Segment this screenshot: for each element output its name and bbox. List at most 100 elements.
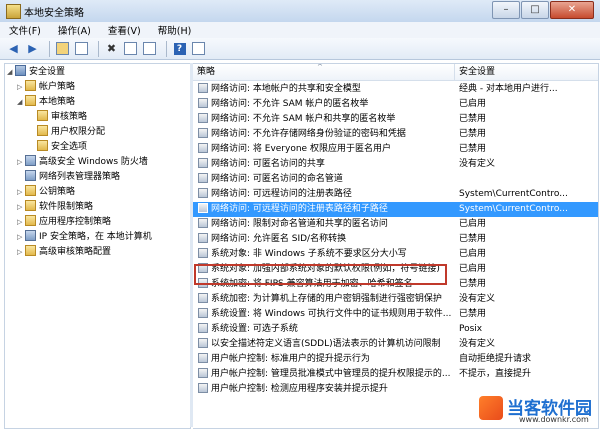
up-folder-icon[interactable] <box>55 41 70 56</box>
policy-name: 网络访问: 本地帐户的共享和安全模型 <box>198 82 452 97</box>
expand-icon[interactable]: ▷ <box>17 185 25 200</box>
policy-setting: 已启用 <box>459 99 487 109</box>
tree-item-application-control[interactable]: ▷ 应用程序控制策略 <box>17 215 111 230</box>
table-row[interactable]: 网络访问: 将 Everyone 权限应用于匿名用户 已禁用 <box>193 142 598 157</box>
table-row-selected[interactable]: 网络访问: 可远程访问的注册表路径和子路径 System\CurrentContr… <box>193 202 598 217</box>
table-row[interactable]: 系统设置: 可选子系统 Posix <box>193 322 598 337</box>
table-row[interactable]: 系统加密: 为计算机上存储的用户密钥强制进行强密钥保护 没有定义 <box>193 292 598 307</box>
table-row[interactable]: 网络访问: 允许匿名 SID/名称转换 已禁用 <box>193 232 598 247</box>
help-icon[interactable]: ? <box>172 41 187 56</box>
maximize-button[interactable]: □ <box>521 1 549 19</box>
table-row[interactable]: 网络访问: 本地帐户的共享和安全模型 经典 - 对本地用户进行... <box>193 82 598 97</box>
policy-icon <box>198 293 208 303</box>
delete-icon[interactable]: ✖ <box>104 41 119 56</box>
toolbar-separator <box>98 40 99 57</box>
policy-icon <box>198 248 208 258</box>
table-row[interactable]: 用户帐户控制: 标准用户的提升提示行为 自动拒绝提升请求 <box>193 352 598 367</box>
policy-name: 网络访问: 不允许 SAM 帐户的匿名枚举 <box>198 97 452 112</box>
policy-name: 系统加密: 为计算机上存储的用户密钥强制进行强密钥保护 <box>198 292 452 307</box>
expand-icon[interactable]: ▷ <box>17 155 25 170</box>
policy-icon <box>198 173 208 183</box>
tree-item-local-policies[interactable]: ◢ 本地策略 <box>17 95 75 110</box>
window-controls: – □ ✕ <box>491 1 594 19</box>
policy-setting: System\CurrentContro... <box>459 204 568 214</box>
policy-setting: 经典 - 对本地用户进行... <box>459 84 558 94</box>
policy-icon <box>198 338 208 348</box>
table-row[interactable]: 网络访问: 可远程访问的注册表路径 System\CurrentContro... <box>193 187 598 202</box>
policy-icon <box>198 368 208 378</box>
view-icon[interactable] <box>191 41 206 56</box>
policy-setting: 已禁用 <box>459 309 487 319</box>
table-row[interactable]: 系统设置: 将 Windows 可执行文件中的证书规则用于软件... 已禁用 <box>193 307 598 322</box>
policy-icon <box>198 83 208 93</box>
tree-item-user-rights[interactable]: 用户权限分配 <box>29 125 105 140</box>
annotation-highlight-box <box>194 264 447 285</box>
toolbar-separator <box>49 40 50 57</box>
policy-name: 用户帐户控制: 管理员批准模式中管理员的提升权限提示的... <box>198 367 452 382</box>
tree-item-security-options[interactable]: 安全选项 <box>29 140 87 155</box>
policy-setting: 已启用 <box>459 249 487 259</box>
table-row[interactable]: 网络访问: 不允许 SAM 帐户的匿名枚举 已启用 <box>193 97 598 112</box>
policy-icon <box>198 383 208 393</box>
tree-item-windows-firewall[interactable]: ▷ 高级安全 Windows 防火墙 <box>17 155 148 170</box>
expand-icon[interactable]: ▷ <box>17 215 25 230</box>
tree-item-advanced-audit[interactable]: ▷ 高级审核策略配置 <box>17 245 111 260</box>
menu-action[interactable]: 操作(A) <box>49 23 99 37</box>
tree-item-network-list-manager[interactable]: 网络列表管理器策略 <box>17 170 120 185</box>
policy-icon <box>198 188 208 198</box>
site-watermark: 当客软件园 www.downkr.com <box>479 394 597 428</box>
table-row[interactable]: 网络访问: 限制对命名管道和共享的匿名访问 已启用 <box>193 217 598 232</box>
tree-item-public-key-policies[interactable]: ▷ 公钥策略 <box>17 185 75 200</box>
tree-item-software-restriction[interactable]: ▷ 软件限制策略 <box>17 200 93 215</box>
policy-name: 网络访问: 可匿名访问的共享 <box>198 157 452 172</box>
tree-item-security-settings[interactable]: ◢ 安全设置 <box>7 65 65 80</box>
expand-icon[interactable]: ▷ <box>17 200 25 215</box>
policy-name: 网络访问: 将 Everyone 权限应用于匿名用户 <box>198 142 452 157</box>
policy-name: 网络访问: 可远程访问的注册表路径 <box>198 187 452 202</box>
back-icon[interactable]: ◀ <box>6 41 21 56</box>
column-header-setting[interactable]: 安全设置 <box>455 64 598 81</box>
menu-help[interactable]: 帮助(H) <box>149 23 200 37</box>
table-row[interactable]: 以安全描述符定义语言(SDDL)语法表示的计算机访问限制 没有定义 <box>193 337 598 352</box>
expand-icon[interactable]: ▷ <box>17 80 25 95</box>
expand-icon[interactable]: ▷ <box>17 245 25 260</box>
export-list-icon[interactable] <box>142 41 157 56</box>
policy-name: 以安全描述符定义语言(SDDL)语法表示的计算机访问限制 <box>198 337 452 352</box>
collapse-icon[interactable]: ◢ <box>17 95 25 110</box>
column-header-policy[interactable]: 策略 ^ <box>193 64 455 81</box>
sort-ascending-icon: ^ <box>317 63 323 71</box>
tree-item-ip-security[interactable]: ▷ IP 安全策略，在 本地计算机 <box>17 230 152 245</box>
minimize-button[interactable]: – <box>492 1 520 19</box>
tree-item-audit-policy[interactable]: 审核策略 <box>29 110 87 125</box>
tree-item-account-policies[interactable]: ▷ 帐户策略 <box>17 80 75 95</box>
policy-setting: 没有定义 <box>459 294 496 304</box>
title-bar: 本地安全策略 – □ ✕ <box>0 0 600 23</box>
table-row[interactable]: 网络访问: 不允许 SAM 帐户和共享的匿名枚举 已禁用 <box>193 112 598 127</box>
table-row[interactable]: 系统对象: 非 Windows 子系统不要求区分大小写 已启用 <box>193 247 598 262</box>
menu-file[interactable]: 文件(F) <box>0 23 49 37</box>
table-row[interactable]: 网络访问: 可匿名访问的命名管道 <box>193 172 598 187</box>
navigation-tree: ◢ 安全设置 ▷ 帐户策略 ◢ 本地策略 审核策略 用户权限分配 安全选项 ▷ 高级安全… <box>4 63 191 429</box>
policy-setting: 不提示，直接提升 <box>459 369 532 379</box>
table-row[interactable]: 用户帐户控制: 管理员批准模式中管理员的提升权限提示的... 不提示，直接提升 <box>193 367 598 382</box>
policy-icon <box>198 98 208 108</box>
policy-name: 网络访问: 可匿名访问的命名管道 <box>198 172 452 187</box>
close-button[interactable]: ✕ <box>550 1 594 19</box>
folder-icon <box>25 95 36 106</box>
folder-icon <box>25 185 36 196</box>
policy-name: 系统设置: 可选子系统 <box>198 322 452 337</box>
menu-view[interactable]: 查看(V) <box>99 23 149 37</box>
folder-icon <box>37 125 48 136</box>
table-row[interactable]: 网络访问: 不允许存储网络身份验证的密码和凭据 已禁用 <box>193 127 598 142</box>
folder-icon <box>37 140 48 151</box>
forward-icon[interactable]: ▶ <box>25 41 40 56</box>
policy-name: 系统设置: 将 Windows 可执行文件中的证书规则用于软件... <box>198 307 452 322</box>
table-row[interactable]: 网络访问: 可匿名访问的共享 没有定义 <box>193 157 598 172</box>
window-title: 本地安全策略 <box>24 8 84 19</box>
collapse-icon[interactable]: ◢ <box>7 65 15 80</box>
policy-icon <box>198 113 208 123</box>
watermark-url: www.downkr.com <box>519 415 589 424</box>
expand-icon[interactable]: ▷ <box>17 230 25 245</box>
properties-icon[interactable] <box>123 41 138 56</box>
show-hide-tree-icon[interactable] <box>74 41 89 56</box>
